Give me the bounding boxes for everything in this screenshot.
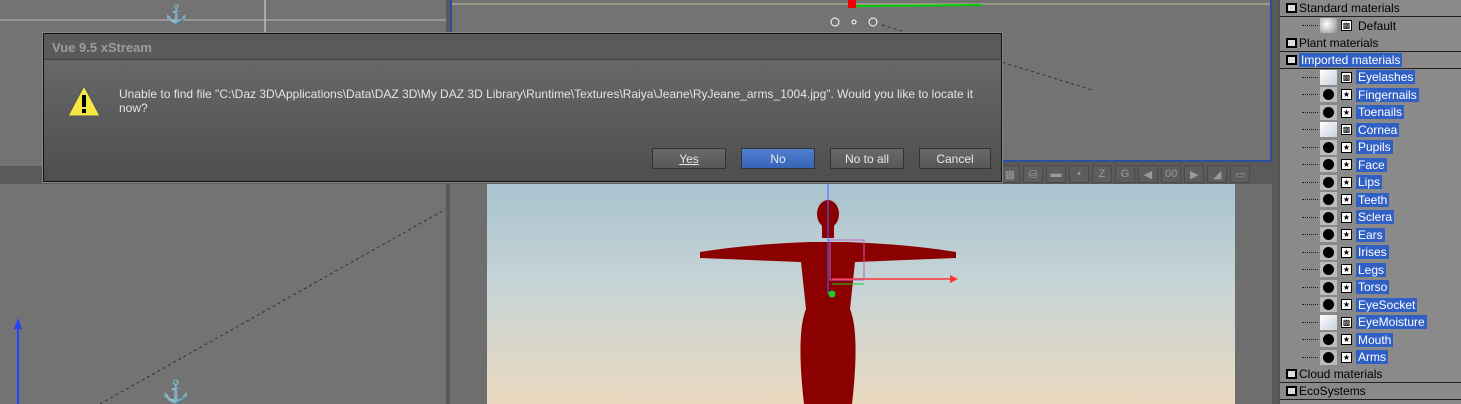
star-material-icon: ★ xyxy=(1341,264,1352,276)
material-item[interactable]: ★ Toenails xyxy=(1280,104,1461,122)
material-sphere-icon xyxy=(1320,18,1337,34)
group-ecosystems[interactable]: EcoSystems xyxy=(1280,383,1461,400)
gravity-icon[interactable]: G xyxy=(1115,165,1135,183)
star-material-icon: ★ xyxy=(1341,141,1352,153)
color-button[interactable]: ▬ xyxy=(1046,165,1066,183)
viewport-toolbar: ▦ ⛁ ▬ • Z G ◀ 00 ▶ ◢ ▭ xyxy=(1000,164,1272,184)
star-material-icon: ★ xyxy=(1341,334,1352,346)
material-item[interactable]: ▩ Eyelashes xyxy=(1280,69,1461,87)
folder-icon xyxy=(1286,37,1297,48)
material-item[interactable]: ★ Pupils xyxy=(1280,139,1461,157)
pin-icon[interactable]: ▭ xyxy=(1230,165,1251,183)
material-item[interactable]: ▩ EyeMoisture xyxy=(1280,314,1461,332)
mixed-material-icon: ▩ xyxy=(1341,316,1352,328)
materials-panel: Standard materials ▩ Default Plant materi… xyxy=(1278,0,1461,404)
folder-icon xyxy=(1286,54,1297,65)
material-sphere-icon xyxy=(1320,139,1337,155)
material-item[interactable]: ★ Lips xyxy=(1280,174,1461,192)
material-item[interactable]: ★ EyeSocket xyxy=(1280,296,1461,314)
next-frame-icon[interactable]: ▶ xyxy=(1184,165,1205,183)
viewport-bottom-left[interactable]: ⚓ xyxy=(0,184,446,404)
material-sphere-icon xyxy=(1320,332,1337,348)
material-item[interactable]: ★ Fingernails xyxy=(1280,86,1461,104)
material-sphere-icon xyxy=(1320,209,1337,225)
material-item[interactable]: ▩ Cornea xyxy=(1280,121,1461,139)
material-sphere-icon xyxy=(1320,69,1337,85)
star-material-icon: ★ xyxy=(1341,194,1352,206)
star-material-icon: ★ xyxy=(1341,299,1352,311)
camera-options-icon[interactable]: ▦ xyxy=(1000,165,1020,183)
material-sphere-icon xyxy=(1320,87,1337,103)
viewport-axes: ⚓ xyxy=(14,208,446,404)
z-axis-button[interactable]: Z xyxy=(1092,165,1112,183)
material-item[interactable]: ★ Torso xyxy=(1280,279,1461,297)
material-item[interactable]: ★ Legs xyxy=(1280,261,1461,279)
folder-icon xyxy=(1286,386,1297,396)
no-button[interactable]: No xyxy=(741,148,815,169)
mixed-material-icon: ▩ xyxy=(1341,71,1352,83)
warning-icon xyxy=(67,84,101,117)
missing-file-dialog: Vue 9.5 xStream Unable to find file "C:\… xyxy=(43,33,1002,182)
material-sphere-icon xyxy=(1320,279,1337,295)
yes-button[interactable]: Yes xyxy=(652,148,726,169)
network-icon[interactable]: ⛁ xyxy=(1023,165,1043,183)
group-plant-materials[interactable]: Plant materials xyxy=(1280,35,1461,52)
material-item[interactable]: ★ Ears xyxy=(1280,226,1461,244)
group-cloud-materials[interactable]: Cloud materials xyxy=(1280,366,1461,383)
dialog-message: Unable to find file "C:\Daz 3D\Applicati… xyxy=(119,87,974,115)
star-material-icon: ★ xyxy=(1341,229,1352,241)
figure-model xyxy=(700,184,958,404)
no-to-all-button[interactable]: No to all xyxy=(830,148,904,169)
imported-materials-list: ▩ Eyelashes ★ Fingernails ★ Toenails ▩ Cornea ★ P… xyxy=(1280,69,1461,367)
star-material-icon: ★ xyxy=(1341,351,1352,363)
prev-frame-icon[interactable]: ◀ xyxy=(1138,165,1158,183)
star-material-icon: ★ xyxy=(1341,211,1352,223)
frame-counter[interactable]: 00 xyxy=(1161,165,1182,183)
material-sphere-icon xyxy=(1320,314,1337,330)
star-material-icon: ★ xyxy=(1341,159,1352,171)
star-material-icon: ★ xyxy=(1341,246,1352,258)
star-material-icon: ★ xyxy=(1341,89,1352,101)
material-item[interactable]: ▩ Default xyxy=(1280,17,1461,35)
material-sphere-icon xyxy=(1320,122,1337,138)
material-item[interactable]: ★ Mouth xyxy=(1280,331,1461,349)
material-sphere-icon xyxy=(1320,297,1337,313)
folder-icon xyxy=(1286,3,1297,13)
material-item[interactable]: ★ Face xyxy=(1280,156,1461,174)
texture-icon: ▩ xyxy=(1341,20,1352,32)
star-material-icon: ★ xyxy=(1341,281,1352,293)
material-sphere-icon xyxy=(1320,349,1337,365)
material-sphere-icon xyxy=(1320,157,1337,173)
camera-icon: ⚓ xyxy=(165,3,187,24)
dot-button[interactable]: • xyxy=(1069,165,1089,183)
dialog-title: Vue 9.5 xStream xyxy=(44,34,1001,60)
star-material-icon: ★ xyxy=(1341,176,1352,188)
material-item[interactable]: ★ Irises xyxy=(1280,244,1461,262)
folder-icon xyxy=(1286,369,1297,379)
star-material-icon: ★ xyxy=(1341,106,1352,118)
material-sphere-icon xyxy=(1320,262,1337,278)
material-sphere-icon xyxy=(1320,104,1337,120)
viewport-main-camera[interactable] xyxy=(450,184,1272,404)
material-sphere-icon xyxy=(1320,244,1337,260)
material-item[interactable]: ★ Sclera xyxy=(1280,209,1461,227)
eraser-icon[interactable]: ◢ xyxy=(1207,165,1228,183)
material-sphere-icon xyxy=(1320,227,1337,243)
material-item[interactable]: ★ Arms xyxy=(1280,349,1461,367)
group-standard-materials[interactable]: Standard materials xyxy=(1280,0,1461,17)
material-item[interactable]: ★ Teeth xyxy=(1280,191,1461,209)
camera-icon: ⚓ xyxy=(162,379,189,404)
material-sphere-icon xyxy=(1320,192,1337,208)
mixed-material-icon: ▩ xyxy=(1341,124,1352,136)
cancel-button[interactable]: Cancel xyxy=(919,148,991,169)
material-sphere-icon xyxy=(1320,174,1337,190)
group-imported-materials[interactable]: Imported materials xyxy=(1280,52,1461,69)
